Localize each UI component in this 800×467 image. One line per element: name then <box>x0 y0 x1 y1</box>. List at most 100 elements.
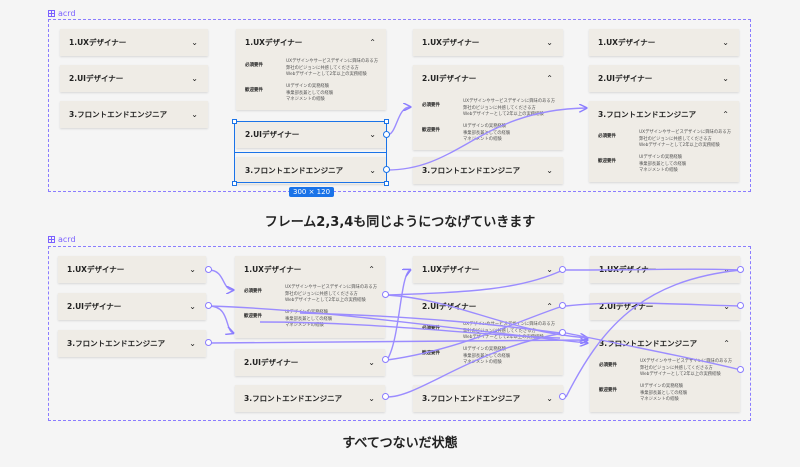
accordion-title: 2.UIデザイナー <box>244 358 299 367</box>
accordion-title: 3.フロントエンドエンジニア <box>422 394 521 403</box>
accordion-title: 2.UIデザイナー <box>69 74 124 83</box>
connection-node[interactable] <box>737 266 744 273</box>
frame-grid-icon <box>48 10 55 17</box>
accordion-title: 1.UXデザイナー <box>422 38 480 47</box>
accordion-title: 3.フロントエンドエンジニア <box>599 339 698 348</box>
accordion-item-ui[interactable]: 2.UIデザイナー ⌄ <box>589 65 739 92</box>
chevron-down-icon[interactable]: ⌄ <box>369 121 376 149</box>
chevron-down-icon[interactable]: ⌄ <box>191 29 198 57</box>
resize-handle[interactable] <box>384 119 389 124</box>
accordion-item-ux[interactable]: 1.UXデザイナー ⌄ <box>413 29 563 56</box>
accordion-title: 2.UIデザイナー <box>245 130 300 139</box>
accordion-item-fe[interactable]: 3.フロントエンドエンジニア ⌄ <box>235 385 385 412</box>
chevron-down-icon[interactable]: ⌄ <box>546 256 553 284</box>
accordion-item-fe-expanded[interactable]: 3.フロントエンドエンジニア ⌃ 必須要件 UXデザインやサービスデザインに興味… <box>590 330 740 412</box>
frame-label-top[interactable]: acrd <box>48 9 76 18</box>
required-text: UXデザインやサービスデザインに興味のある方 弊社のビジョンに共感してくださる方 W… <box>286 59 379 77</box>
welcome-text: UIデザインの実務経験 事業部長兼としての経験 マネジメントの経験 <box>463 347 511 365</box>
frame-grid-icon <box>48 236 55 243</box>
chevron-down-icon[interactable]: ⌄ <box>723 293 730 321</box>
connection-node[interactable] <box>205 339 212 346</box>
accordion-item-fe[interactable]: 3.フロントエンドエンジニア ⌄ <box>58 330 206 357</box>
accordion-item-ui[interactable]: 2.UIデザイナー ⌄ <box>235 349 385 376</box>
accordion-item-fe[interactable]: 3.フロントエンドエンジニア ⌄ <box>60 101 208 128</box>
accordion-item-ui[interactable]: 2.UIデザイナー ⌄ <box>590 293 740 320</box>
chevron-up-icon[interactable]: ⌃ <box>722 101 729 129</box>
chevron-down-icon[interactable]: ⌄ <box>368 385 375 413</box>
accordion-item-ui-expanded[interactable]: 2.UIデザイナー ⌃ 必須要件 UXデザインやサービスデザインに興味のある方弊… <box>413 65 563 150</box>
accordion-item-ux[interactable]: 1.UXデザイナー ⌄ <box>58 256 206 283</box>
chevron-down-icon[interactable]: ⌄ <box>191 101 198 129</box>
accordion-title: 2.UIデザイナー <box>422 74 477 83</box>
chevron-down-icon[interactable]: ⌄ <box>189 330 196 358</box>
accordion-title: 1.UXデザイナー <box>244 265 302 274</box>
connection-node[interactable] <box>737 366 744 373</box>
accordion-title: 3.フロントエンドエンジニア <box>69 110 168 119</box>
accordion-item-ux-expanded[interactable]: 1.UXデザイナー ⌃ 必須要件 UXデザインやサービスデザインに興味のある方弊… <box>235 256 385 338</box>
chevron-down-icon[interactable]: ⌄ <box>546 157 553 185</box>
chevron-down-icon[interactable]: ⌄ <box>723 256 730 284</box>
accordion-item-ui[interactable]: 2.UIデザイナー ⌄ <box>236 121 386 148</box>
accordion-item-ui[interactable]: 2.UIデザイナー ⌄ <box>60 65 208 92</box>
welcome-label: 歓迎要件 <box>422 351 440 356</box>
chevron-down-icon[interactable]: ⌄ <box>546 385 553 413</box>
accordion-title: 1.UXデザイナー <box>598 38 656 47</box>
chevron-down-icon[interactable]: ⌄ <box>191 65 198 93</box>
accordion-title: 1.UXデザイナー <box>69 38 127 47</box>
accordion-title: 2.UIデザイナー <box>67 302 122 311</box>
chevron-up-icon[interactable]: ⌃ <box>369 29 376 57</box>
welcome-label: 歓迎要件 <box>245 88 263 93</box>
chevron-down-icon[interactable]: ⌄ <box>722 65 729 93</box>
accordion-item-ux-expanded[interactable]: 1.UXデザイナー ⌃ 必須要件 UXデザインやサービスデザインに興味のある方弊… <box>236 29 386 110</box>
connection-node[interactable] <box>383 131 390 138</box>
chevron-up-icon[interactable]: ⌃ <box>546 65 553 93</box>
accordion-title: 1.UXデザイナー <box>67 265 125 274</box>
connection-node[interactable] <box>559 266 566 273</box>
chevron-down-icon[interactable]: ⌄ <box>189 256 196 284</box>
chevron-up-icon[interactable]: ⌃ <box>723 330 730 358</box>
connection-node[interactable] <box>383 166 390 173</box>
required-text: UXデザインやサービスデザインに興味のある方 弊社のビジョンに共感してくださる方 W… <box>640 359 733 377</box>
connection-node[interactable] <box>205 302 212 309</box>
accordion-title: 3.フロントエンドエンジニア <box>67 339 166 348</box>
accordion-item-fe[interactable]: 3.フロントエンドエンジニア ⌄ <box>413 385 563 412</box>
accordion-item-ux[interactable]: 1.UXデザイナー ⌄ <box>589 29 739 56</box>
required-label: 必須要件 <box>598 134 616 139</box>
connection-node[interactable] <box>205 266 212 273</box>
connection-node[interactable] <box>559 329 566 336</box>
accordion-item-fe[interactable]: 3.フロントエンドエンジニア ⌄ <box>413 157 563 184</box>
accordion-item-ui-expanded[interactable]: 2.UIデザイナー ⌃ 必須要件 UXデザインやサービスデザインに興味のある方弊… <box>413 293 563 375</box>
accordion-item-ui[interactable]: 2.UIデザイナー ⌄ <box>58 293 206 320</box>
welcome-text: UIデザインの実務経験 事業部長兼としての経験 マネジメントの経験 <box>286 84 334 102</box>
chevron-down-icon[interactable]: ⌄ <box>546 29 553 57</box>
accordion-item-fe-expanded[interactable]: 3.フロントエンドエンジニア ⌃ 必須要件 UXデザインやサービスデザインに興味… <box>589 101 739 182</box>
caption-top: フレーム2,3,4も同じようにつなげていきます <box>264 215 536 230</box>
accordion-title: 1.UXデザイナー <box>422 265 480 274</box>
connection-node[interactable] <box>737 302 744 309</box>
accordion-item-ux[interactable]: 1.UXデザイナー ⌄ <box>413 256 563 283</box>
accordion-title: 2.UIデザイナー <box>422 302 477 311</box>
chevron-up-icon[interactable]: ⌃ <box>368 256 375 284</box>
frame-label-bottom[interactable]: acrd <box>48 235 76 244</box>
chevron-up-icon[interactable]: ⌃ <box>546 293 553 321</box>
accordion-title: 2.UIデザイナー <box>598 74 653 83</box>
chevron-down-icon[interactable]: ⌄ <box>368 349 375 377</box>
connection-node[interactable] <box>382 393 389 400</box>
connection-node[interactable] <box>382 356 389 363</box>
connection-node[interactable] <box>382 291 389 298</box>
chevron-down-icon[interactable]: ⌄ <box>189 293 196 321</box>
accordion-item-fe[interactable]: 3.フロントエンドエンジニア ⌄ <box>236 157 386 184</box>
accordion-item-ux[interactable]: 1.UXデザイナー ⌄ <box>590 256 740 283</box>
resize-handle[interactable] <box>232 119 237 124</box>
caption-bottom: すべてつないだ状態 <box>342 436 458 451</box>
connection-node[interactable] <box>559 393 566 400</box>
resize-handle[interactable] <box>384 181 389 186</box>
accordion-item-ux[interactable]: 1.UXデザイナー ⌄ <box>60 29 208 56</box>
resize-handle[interactable] <box>232 181 237 186</box>
chevron-down-icon[interactable]: ⌄ <box>722 29 729 57</box>
connection-node[interactable] <box>559 302 566 309</box>
chevron-down-icon[interactable]: ⌄ <box>369 157 376 185</box>
welcome-text: UIデザインの実務経験 事業部長兼としての経験 マネジメントの経験 <box>640 384 688 402</box>
welcome-label: 歓迎要件 <box>422 128 440 133</box>
required-label: 必須要件 <box>244 289 262 294</box>
